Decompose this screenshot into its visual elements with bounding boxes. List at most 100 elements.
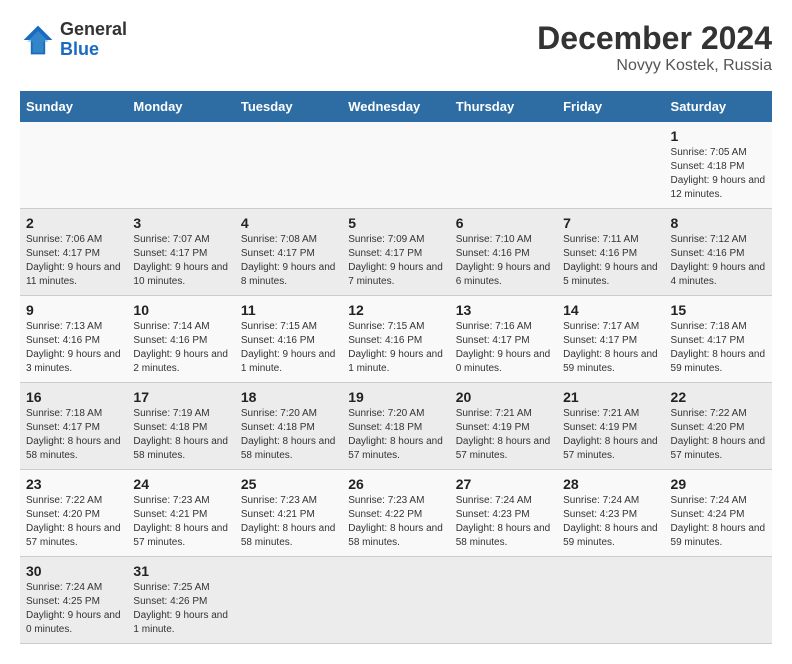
calendar-cell: 9 Sunrise: 7:13 AM Sunset: 4:16 PM Daylig… [20,296,127,383]
day-number: 28 [563,476,658,492]
day-number: 21 [563,389,658,405]
day-info: Sunrise: 7:18 AM Sunset: 4:17 PM Dayligh… [26,408,121,461]
calendar-cell: 21 Sunrise: 7:21 AM Sunset: 4:19 PM Dayli… [557,383,664,470]
calendar-cell: 7 Sunrise: 7:11 AM Sunset: 4:16 PM Daylig… [557,209,664,296]
day-number: 12 [348,302,443,318]
day-info: Sunrise: 7:07 AM Sunset: 4:17 PM Dayligh… [133,234,228,287]
day-info: Sunrise: 7:21 AM Sunset: 4:19 PM Dayligh… [563,408,658,461]
day-info: Sunrise: 7:05 AM Sunset: 4:18 PM Dayligh… [671,147,766,200]
day-number: 25 [241,476,336,492]
calendar-cell: 16 Sunrise: 7:18 AM Sunset: 4:17 PM Dayli… [20,383,127,470]
day-number: 2 [26,215,121,231]
calendar-table: SundayMondayTuesdayWednesdayThursdayFrid… [20,91,772,644]
logo: General Blue [20,20,127,60]
day-number: 24 [133,476,228,492]
day-number: 23 [26,476,121,492]
day-number: 11 [241,302,336,318]
calendar-cell [557,122,664,209]
calendar-week-row: 30 Sunrise: 7:24 AM Sunset: 4:25 PM Dayli… [20,557,772,644]
calendar-cell [235,122,342,209]
location: Novyy Kostek, Russia [537,57,772,75]
day-info: Sunrise: 7:08 AM Sunset: 4:17 PM Dayligh… [241,234,336,287]
calendar-week-row: 23 Sunrise: 7:22 AM Sunset: 4:20 PM Dayli… [20,470,772,557]
day-number: 29 [671,476,766,492]
day-number: 19 [348,389,443,405]
day-info: Sunrise: 7:22 AM Sunset: 4:20 PM Dayligh… [671,408,766,461]
calendar-cell: 26Sunrise: 7:23 AM Sunset: 4:22 PM Dayli… [342,470,449,557]
day-info: Sunrise: 7:22 AM Sunset: 4:20 PM Dayligh… [26,495,121,548]
day-number: 8 [671,215,766,231]
day-info: Sunrise: 7:09 AM Sunset: 4:17 PM Dayligh… [348,234,443,287]
day-of-week-header: Wednesday [342,91,449,122]
calendar-cell: 22Sunrise: 7:22 AM Sunset: 4:20 PM Dayli… [665,383,772,470]
day-info: Sunrise: 7:11 AM Sunset: 4:16 PM Dayligh… [563,234,658,287]
day-of-week-header: Monday [127,91,234,122]
calendar-cell: 12Sunrise: 7:15 AM Sunset: 4:16 PM Dayli… [342,296,449,383]
day-info: Sunrise: 7:24 AM Sunset: 4:25 PM Dayligh… [26,582,121,635]
calendar-cell: 29 Sunrise: 7:24 AM Sunset: 4:24 PM Dayli… [665,470,772,557]
day-number: 26 [348,476,443,492]
day-info: Sunrise: 7:23 AM Sunset: 4:21 PM Dayligh… [241,495,336,548]
calendar-cell: 30 Sunrise: 7:24 AM Sunset: 4:25 PM Dayli… [20,557,127,644]
calendar-cell [20,122,127,209]
calendar-cell: 17 Sunrise: 7:19 AM Sunset: 4:18 PM Dayli… [127,383,234,470]
day-info: Sunrise: 7:24 AM Sunset: 4:24 PM Dayligh… [671,495,766,548]
calendar-cell: 10Sunrise: 7:14 AM Sunset: 4:16 PM Dayli… [127,296,234,383]
day-number: 3 [133,215,228,231]
day-number: 17 [133,389,228,405]
day-number: 6 [456,215,551,231]
day-info: Sunrise: 7:12 AM Sunset: 4:16 PM Dayligh… [671,234,766,287]
logo-blue: Blue [60,40,127,60]
day-info: Sunrise: 7:06 AM Sunset: 4:17 PM Dayligh… [26,234,121,287]
calendar-cell: 13 Sunrise: 7:16 AM Sunset: 4:17 PM Dayli… [450,296,557,383]
day-info: Sunrise: 7:16 AM Sunset: 4:17 PM Dayligh… [456,321,551,374]
day-of-week-header: Thursday [450,91,557,122]
calendar-cell [665,557,772,644]
day-number: 27 [456,476,551,492]
calendar-cell [342,122,449,209]
calendar-cell: 8 Sunrise: 7:12 AM Sunset: 4:16 PM Daylig… [665,209,772,296]
day-info: Sunrise: 7:20 AM Sunset: 4:18 PM Dayligh… [348,408,443,461]
day-number: 10 [133,302,228,318]
calendar-cell: 2 Sunrise: 7:06 AM Sunset: 4:17 PM Daylig… [20,209,127,296]
logo-general: General [60,20,127,40]
logo-text: General Blue [60,20,127,60]
day-info: Sunrise: 7:21 AM Sunset: 4:19 PM Dayligh… [456,408,551,461]
calendar-cell: 18Sunrise: 7:20 AM Sunset: 4:18 PM Dayli… [235,383,342,470]
day-of-week-header: Friday [557,91,664,122]
calendar-week-row: 16 Sunrise: 7:18 AM Sunset: 4:17 PM Dayli… [20,383,772,470]
calendar-cell: 3 Sunrise: 7:07 AM Sunset: 4:17 PM Daylig… [127,209,234,296]
day-number: 16 [26,389,121,405]
day-number: 18 [241,389,336,405]
logo-icon [20,22,56,58]
day-number: 15 [671,302,766,318]
day-number: 9 [26,302,121,318]
day-number: 7 [563,215,658,231]
calendar-cell [127,122,234,209]
day-of-week-header: Sunday [20,91,127,122]
day-info: Sunrise: 7:19 AM Sunset: 4:18 PM Dayligh… [133,408,228,461]
calendar-cell: 6 Sunrise: 7:10 AM Sunset: 4:16 PM Daylig… [450,209,557,296]
calendar-cell: 19 Sunrise: 7:20 AM Sunset: 4:18 PM Dayli… [342,383,449,470]
day-info: Sunrise: 7:25 AM Sunset: 4:26 PM Dayligh… [133,582,228,635]
calendar-week-row: 2 Sunrise: 7:06 AM Sunset: 4:17 PM Daylig… [20,209,772,296]
day-info: Sunrise: 7:24 AM Sunset: 4:23 PM Dayligh… [456,495,551,548]
day-of-week-header: Tuesday [235,91,342,122]
calendar-cell: 14Sunrise: 7:17 AM Sunset: 4:17 PM Dayli… [557,296,664,383]
day-number: 20 [456,389,551,405]
calendar-week-row: 1 Sunrise: 7:05 AM Sunset: 4:18 PM Daylig… [20,122,772,209]
day-number: 5 [348,215,443,231]
day-number: 1 [671,128,766,144]
day-number: 13 [456,302,551,318]
day-info: Sunrise: 7:18 AM Sunset: 4:17 PM Dayligh… [671,321,766,374]
day-info: Sunrise: 7:17 AM Sunset: 4:17 PM Dayligh… [563,321,658,374]
day-info: Sunrise: 7:13 AM Sunset: 4:16 PM Dayligh… [26,321,121,374]
calendar-cell: 27 Sunrise: 7:24 AM Sunset: 4:23 PM Dayli… [450,470,557,557]
month-title: December 2024 [537,20,772,57]
calendar-cell: 23 Sunrise: 7:22 AM Sunset: 4:20 PM Dayli… [20,470,127,557]
day-info: Sunrise: 7:10 AM Sunset: 4:16 PM Dayligh… [456,234,551,287]
calendar-cell [557,557,664,644]
day-number: 30 [26,563,121,579]
calendar-cell [235,557,342,644]
calendar-header-row: SundayMondayTuesdayWednesdayThursdayFrid… [20,91,772,122]
